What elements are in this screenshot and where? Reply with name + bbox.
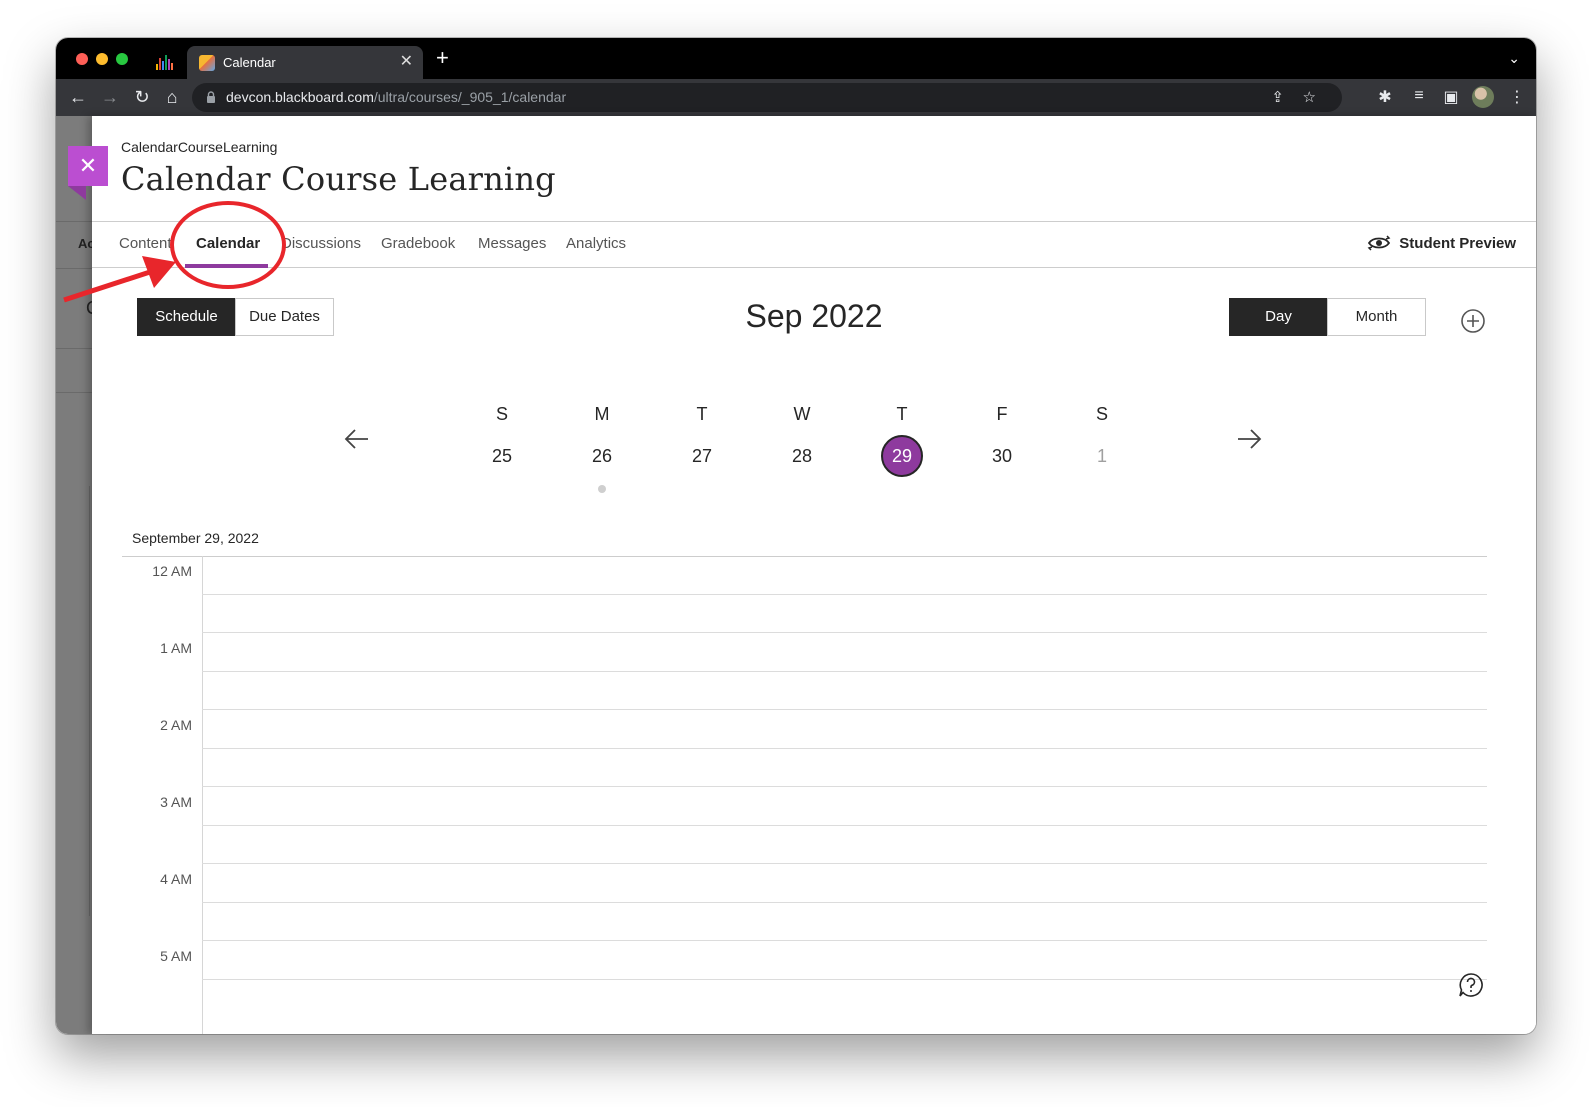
weekday-letter: T [696, 404, 708, 424]
weekday-letter: F [996, 404, 1008, 424]
bookmark-star-icon[interactable]: ☆ [1303, 88, 1316, 106]
browser-window: Calendar ✕ + ⌄ ← → ↻ ⌂ devcon.blackboard… [56, 38, 1536, 1034]
blackboard-favicon-icon [199, 55, 215, 71]
week-day-friday: F 30 [972, 403, 1032, 477]
active-tab-indicator [185, 264, 268, 268]
back-arrow-icon[interactable]: ← [66, 85, 90, 109]
week-day-monday: M 26 [572, 403, 632, 493]
hour-line [202, 709, 1487, 710]
close-window-button[interactable] [76, 53, 88, 65]
eye-refresh-icon [1367, 235, 1391, 251]
course-panel: ✕ CalendarCourseLearning Calendar Course… [68, 116, 1536, 1034]
hour-line [202, 786, 1487, 787]
course-id: CalendarCourseLearning [121, 139, 278, 155]
week-day-wednesday: W 28 [772, 403, 832, 477]
tab-calendar[interactable]: Calendar [196, 235, 260, 252]
lock-icon [207, 91, 215, 103]
url-text: devcon.blackboard.com/ultra/courses/_905… [226, 89, 567, 105]
extensions-puzzle-icon[interactable]: ✱ [1374, 87, 1396, 107]
weekday-letter: W [793, 404, 811, 424]
hour-line [202, 632, 1487, 633]
half-hour-line [202, 902, 1487, 903]
half-hour-line [202, 825, 1487, 826]
student-preview-button[interactable]: Student Preview [1367, 234, 1516, 252]
divider [56, 268, 92, 269]
browser-toolbar: ← → ↻ ⌂ devcon.blackboard.com/ultra/cour… [56, 79, 1536, 116]
background-base-page: Ac C [56, 116, 99, 1034]
weekday-letter: T [896, 404, 908, 424]
hour-line [202, 863, 1487, 864]
event-indicator-dot [598, 485, 606, 493]
divider [89, 486, 90, 916]
day-28[interactable]: 28 [781, 435, 823, 477]
hour-label-1am: 1 AM [160, 640, 192, 656]
close-button-fold [68, 186, 86, 200]
tab-analytics[interactable]: Analytics [566, 235, 626, 252]
week-day-sunday: S 25 [472, 403, 532, 477]
month-view-toggle[interactable]: Month [1327, 298, 1426, 336]
weekday-letter: M [594, 404, 610, 424]
next-week-arrow-icon[interactable] [1234, 424, 1264, 454]
hour-label-2am: 2 AM [160, 717, 192, 733]
browser-menu-icon[interactable]: ⋮ [1506, 87, 1528, 107]
tab-strip: Calendar ✕ + ⌄ [56, 38, 1536, 79]
day-30[interactable]: 30 [981, 435, 1023, 477]
day-27[interactable]: 27 [681, 435, 723, 477]
hour-line [202, 940, 1487, 941]
page-content: Ac C ✕ CalendarCourseLearning Calendar C… [56, 116, 1536, 1034]
browser-tab-calendar[interactable]: Calendar ✕ [187, 46, 423, 79]
minimize-window-button[interactable] [96, 53, 108, 65]
new-tab-button[interactable]: + [436, 47, 449, 69]
hour-label-5am: 5 AM [160, 948, 192, 964]
student-preview-label: Student Preview [1399, 234, 1516, 252]
half-hour-line [202, 594, 1487, 595]
week-day-tuesday: T 27 [672, 403, 732, 477]
weekday-letter: S [1095, 404, 1108, 424]
divider [56, 392, 92, 393]
week-day-thursday: T 29 [872, 403, 932, 477]
course-navigation: Content Calendar Discussions Gradebook M… [92, 221, 1536, 268]
maximize-window-button[interactable] [116, 53, 128, 65]
share-icon[interactable]: ⇪ [1271, 88, 1284, 106]
hour-label-12am: 12 AM [152, 563, 192, 579]
pinned-tab-analytics-icon[interactable] [156, 52, 176, 70]
day-view-toggle[interactable]: Day [1229, 298, 1328, 336]
side-panel-icon[interactable]: ▣ [1440, 87, 1462, 107]
divider [56, 348, 92, 349]
day-25[interactable]: 25 [481, 435, 523, 477]
day-26[interactable]: 26 [581, 435, 623, 477]
tab-content[interactable]: Content [119, 235, 172, 252]
tab-search-chevron-icon[interactable]: ⌄ [1508, 50, 1520, 67]
half-hour-line [202, 979, 1487, 980]
address-bar[interactable]: devcon.blackboard.com/ultra/courses/_905… [192, 83, 1342, 112]
half-hour-line [202, 671, 1487, 672]
schedule-grid-top-border [122, 556, 1487, 557]
hour-label-3am: 3 AM [160, 794, 192, 810]
tab-messages[interactable]: Messages [478, 235, 546, 252]
forward-arrow-icon[interactable]: → [98, 85, 122, 109]
half-hour-line [202, 748, 1487, 749]
tab-title: Calendar [223, 55, 276, 70]
day-1-next-month[interactable]: 1 [1081, 435, 1123, 477]
reload-icon[interactable]: ↻ [130, 85, 154, 109]
selected-date-heading: September 29, 2022 [132, 530, 259, 546]
schedule-grid-time-divider [202, 556, 203, 1034]
divider [56, 221, 92, 222]
course-title: Calendar Course Learning [121, 160, 556, 198]
hour-label-4am: 4 AM [160, 871, 192, 887]
home-icon[interactable]: ⌂ [160, 85, 184, 109]
previous-week-arrow-icon[interactable] [342, 424, 372, 454]
tab-discussions[interactable]: Discussions [281, 235, 361, 252]
media-queue-icon[interactable]: ≡ [1408, 87, 1430, 105]
close-course-button[interactable]: ✕ [68, 146, 108, 186]
weekday-letter: S [495, 404, 508, 424]
tab-gradebook[interactable]: Gradebook [381, 235, 455, 252]
day-29-selected[interactable]: 29 [881, 435, 923, 477]
add-event-plus-icon[interactable] [1460, 308, 1486, 334]
week-day-saturday: S 1 [1072, 403, 1132, 477]
close-tab-icon[interactable]: ✕ [400, 51, 413, 71]
profile-avatar[interactable] [1472, 86, 1494, 108]
help-question-icon[interactable] [1458, 972, 1484, 998]
